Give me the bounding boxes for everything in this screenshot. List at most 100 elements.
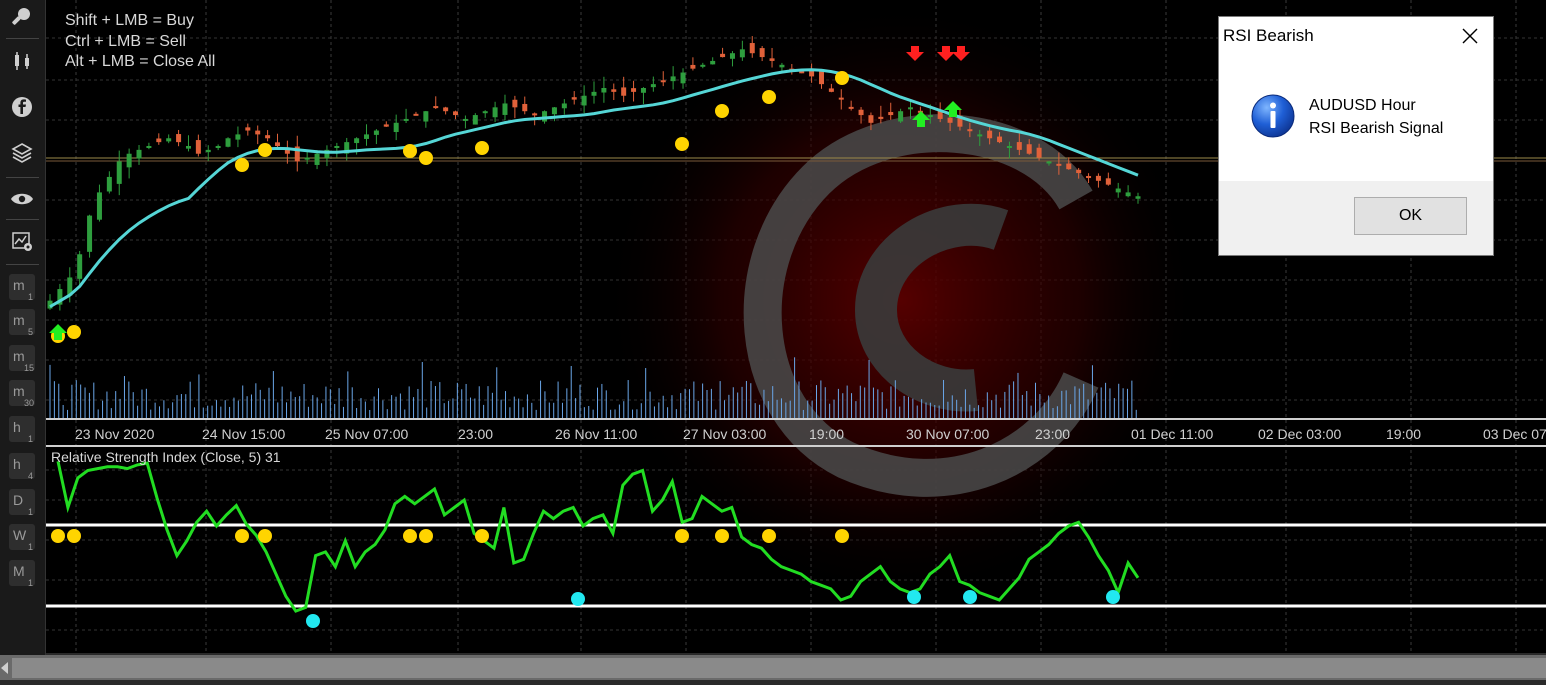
timeframe-m30[interactable]: m 30 <box>9 380 35 408</box>
timeframe-w1[interactable]: W1 <box>9 524 35 552</box>
ok-button[interactable]: OK <box>1354 197 1467 235</box>
candle-body <box>551 107 557 115</box>
rsi-signal-dot <box>762 529 776 543</box>
candle-body <box>967 129 973 132</box>
dialog-footer: OK <box>1219 181 1493 255</box>
eye-icon[interactable] <box>6 184 38 214</box>
rsi-signal-dot <box>715 529 729 543</box>
time-axis-label: 03 Dec 07 <box>1483 426 1546 442</box>
candle-body <box>195 140 201 154</box>
candle-body <box>710 60 716 65</box>
candle-body <box>136 149 142 159</box>
price-signal-dot <box>403 144 417 158</box>
dialog-message-signal: RSI Bearish Signal <box>1309 120 1444 137</box>
rsi-signal-dot <box>475 529 489 543</box>
candle-body <box>1006 146 1012 148</box>
candle-body <box>403 118 409 121</box>
price-signal-dot <box>762 90 776 104</box>
candle-body <box>176 134 182 143</box>
candlestick-icon[interactable] <box>6 46 38 76</box>
time-axis-label: 23:00 <box>458 426 493 442</box>
rsi-signal-dot <box>1106 590 1120 604</box>
candle-body <box>878 116 884 119</box>
candle-body <box>1105 178 1111 185</box>
timeframe-m5[interactable]: m5 <box>9 309 35 337</box>
candle-body <box>433 106 439 109</box>
alert-dialog: RSI Bearish AUDUSD Hour RSI Bearish Sign… <box>1218 16 1494 256</box>
price-signal-dot <box>475 141 489 155</box>
candle-body <box>581 95 587 106</box>
candle-body <box>601 88 607 93</box>
candle-body <box>779 64 785 68</box>
candle-body <box>571 97 577 100</box>
timeframe-m1[interactable]: m1 <box>9 274 35 302</box>
time-axis-label: 19:00 <box>1386 426 1421 442</box>
candle-body <box>116 161 122 184</box>
candle-body <box>512 99 518 108</box>
facebook-icon[interactable] <box>6 92 38 122</box>
candle-body <box>106 176 112 192</box>
zoom-icon[interactable] <box>6 2 38 32</box>
candle-body <box>640 88 646 93</box>
candle-body <box>690 64 696 69</box>
candle-body <box>759 48 765 58</box>
time-axis-label: 01 Dec 11:00 <box>1131 426 1213 442</box>
time-axis-label: 24 Nov 15:00 <box>202 426 285 442</box>
timeframe-m15[interactable]: m 15 <box>9 345 35 373</box>
candle-body <box>532 113 538 116</box>
dialog-message: AUDUSD Hour RSI Bearish Signal <box>1309 94 1443 140</box>
time-axis-label: 26 Nov 11:00 <box>555 426 637 442</box>
candle-body <box>1016 142 1022 150</box>
horizontal-scrollbar[interactable] <box>0 655 1546 685</box>
scroll-left-arrow-icon[interactable] <box>1 662 8 674</box>
price-signal-dot <box>235 158 249 172</box>
candle-body <box>205 149 211 153</box>
chart-settings-icon[interactable] <box>6 226 38 256</box>
candle-body <box>482 111 488 114</box>
candle-body <box>888 112 894 116</box>
close-icon[interactable] <box>1457 23 1483 49</box>
candle-body <box>522 103 528 112</box>
candle-body <box>650 84 656 88</box>
candle-body <box>818 70 824 85</box>
candle-body <box>364 134 370 139</box>
candle-body <box>225 138 231 147</box>
price-signal-dot <box>419 151 433 165</box>
candle-body <box>631 88 637 92</box>
candle-body <box>700 64 706 67</box>
candle-body <box>274 142 280 146</box>
candle-body <box>749 43 755 54</box>
rsi-signal-dot <box>419 529 433 543</box>
candle-body <box>235 134 241 140</box>
candle-body <box>245 127 251 131</box>
price-signal-dot <box>258 143 272 157</box>
time-axis-label: 23 Nov 2020 <box>75 426 155 442</box>
layers-icon[interactable] <box>6 138 38 168</box>
time-axis-label: 23:00 <box>1035 426 1070 442</box>
candle-body <box>1066 163 1072 170</box>
candle-body <box>591 91 597 96</box>
price-signal-dot <box>67 325 81 339</box>
rsi-signal-dot <box>835 529 849 543</box>
timeframe-h4[interactable]: h4 <box>9 453 35 481</box>
watermark-logo <box>601 0 1201 600</box>
price-signal-dot <box>675 137 689 151</box>
time-axis-label: 02 Dec 03:00 <box>1258 426 1341 442</box>
timeframe-h1[interactable]: h1 <box>9 416 35 444</box>
candle-body <box>413 113 419 116</box>
candle-body <box>502 103 508 115</box>
candle-body <box>87 215 93 252</box>
candle-body <box>334 146 340 148</box>
candle-body <box>908 107 914 110</box>
candle-body <box>729 53 735 59</box>
left-toolbar: m1 m5 m 15 m 30 h1 h4 D1 W1 M1 <box>0 0 46 655</box>
candle-body <box>997 136 1003 143</box>
candle-body <box>720 53 726 58</box>
candle-body <box>1135 196 1141 199</box>
timeframe-mn1[interactable]: M1 <box>9 560 35 588</box>
candle-body <box>215 146 221 148</box>
hotkey-close-all: Alt + LMB = Close All <box>65 53 216 70</box>
scrollbar-track[interactable] <box>12 658 1546 678</box>
candle-body <box>304 157 310 160</box>
timeframe-d1[interactable]: D1 <box>9 489 35 517</box>
